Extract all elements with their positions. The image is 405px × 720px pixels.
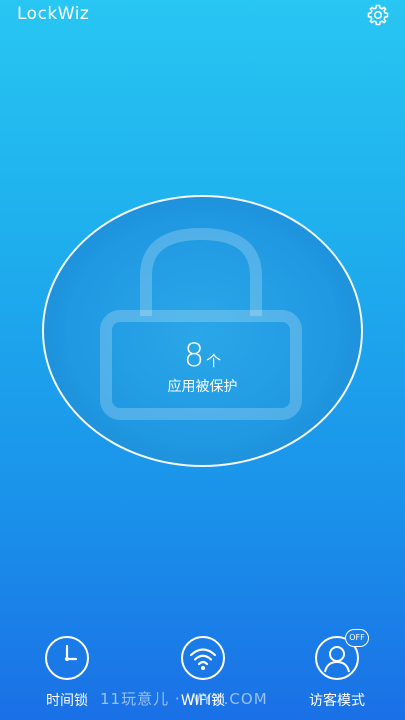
protected-app-count: 8个 bbox=[0, 336, 405, 374]
settings-button[interactable] bbox=[364, 1, 392, 29]
protected-label: 应用被保护 bbox=[167, 379, 238, 395]
lockwiz-home-screen: LockWiz 8个 应用被保护 时间锁 WIFI锁 访客模式 OFF 11玩意… bbox=[0, 0, 405, 720]
top-bar: LockWiz bbox=[0, 0, 405, 32]
watermark: 11玩意儿 · WYX.COM bbox=[100, 690, 268, 708]
nav-time-lock[interactable]: 时间锁 bbox=[22, 630, 112, 720]
count-number: 8 bbox=[183, 336, 205, 374]
gear-icon bbox=[367, 4, 389, 26]
app-title: LockWiz bbox=[17, 4, 90, 24]
clock-icon bbox=[45, 636, 89, 680]
wifi-icon bbox=[181, 636, 225, 680]
guest-mode-off-badge: OFF bbox=[345, 629, 369, 647]
count-unit: 个 bbox=[206, 352, 222, 370]
nav-time-lock-label: 时间锁 bbox=[46, 693, 88, 709]
